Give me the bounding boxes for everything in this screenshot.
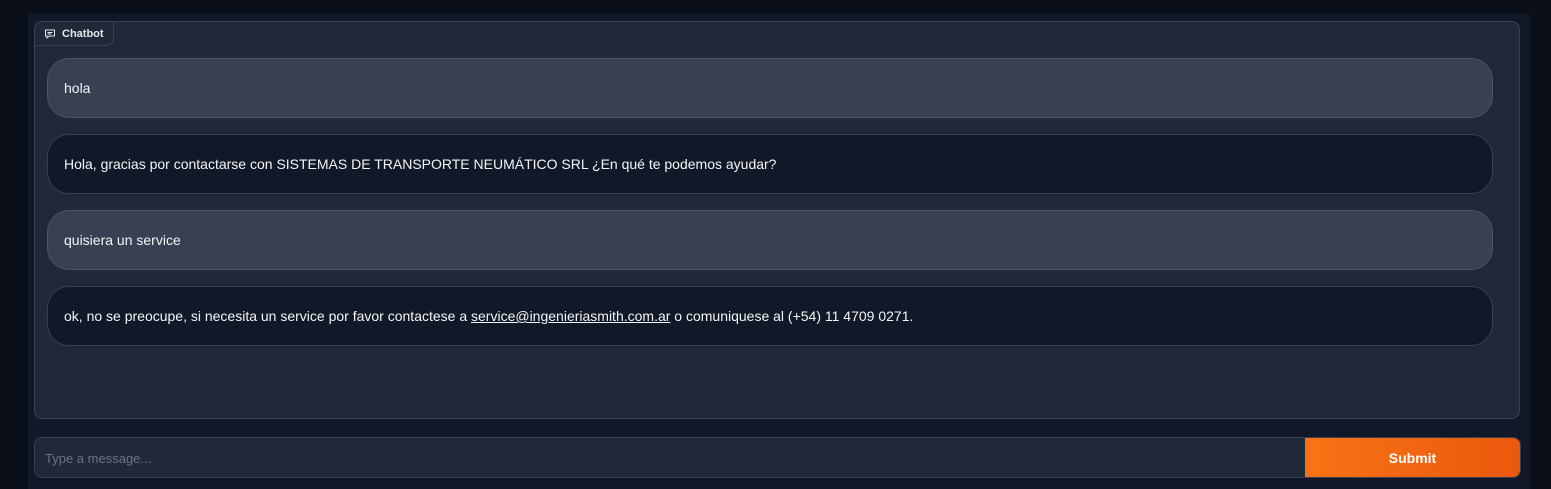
- message-text: Hola, gracias por contactarse con SISTEM…: [64, 156, 777, 172]
- chat-app: Chatbot hola Hola, gracias por contactar…: [28, 14, 1530, 489]
- submit-button[interactable]: Submit: [1305, 438, 1520, 477]
- message-text: ok, no se preocupe, si necesita un servi…: [64, 308, 913, 324]
- user-message: hola: [47, 58, 1493, 118]
- message-text: quisiera un service: [64, 232, 181, 248]
- message-text-before: ok, no se preocupe, si necesita un servi…: [64, 308, 472, 324]
- message-input-row: Submit: [34, 437, 1521, 478]
- message-text-after: o comuniquese al (+54) 11 4709 0271.: [670, 308, 914, 324]
- message-input[interactable]: [35, 438, 1305, 477]
- chatbot-panel: Chatbot hola Hola, gracias por contactar…: [34, 21, 1520, 419]
- chat-icon: [44, 28, 56, 40]
- message-text: hola: [64, 80, 91, 96]
- chatbot-label: Chatbot: [34, 21, 114, 46]
- user-message: quisiera un service: [47, 210, 1493, 270]
- chatbot-label-text: Chatbot: [62, 27, 104, 40]
- bot-message: ok, no se preocupe, si necesita un servi…: [47, 286, 1493, 346]
- email-link[interactable]: service@ingenieriasmith.com.ar: [471, 308, 670, 324]
- bot-message: Hola, gracias por contactarse con SISTEM…: [47, 134, 1493, 194]
